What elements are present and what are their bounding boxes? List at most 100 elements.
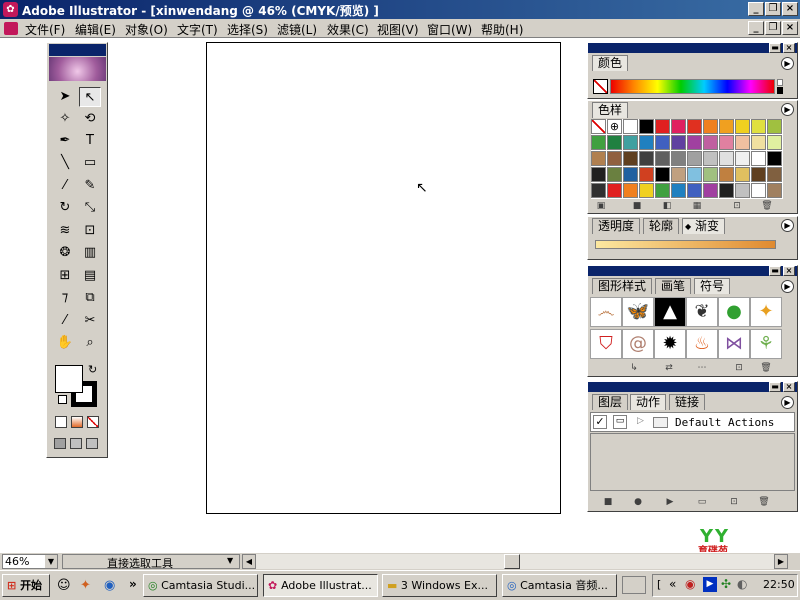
free-transform-tool-icon[interactable]: ⊡	[79, 221, 101, 241]
swatch[interactable]	[687, 119, 702, 134]
swatch[interactable]: ⊕	[607, 119, 622, 134]
tab-transparency[interactable]: 透明度	[592, 218, 641, 234]
swatch[interactable]	[687, 183, 702, 198]
blend-tool-icon[interactable]: ⧉	[79, 288, 101, 308]
scroll-left-button[interactable]: ◀	[242, 554, 256, 569]
actions-palette-title-bar[interactable]	[588, 382, 797, 392]
start-button[interactable]: ⊞ 开始	[2, 574, 50, 597]
toolbox-logo[interactable]	[49, 57, 106, 81]
tab-stroke[interactable]: 轮廓	[643, 218, 680, 234]
menu-file[interactable]: 文件(F)	[25, 21, 65, 38]
show-color-swatches-icon[interactable]: ■	[631, 201, 643, 211]
swatch[interactable]	[751, 167, 766, 182]
pen-tool-icon[interactable]: ✒	[54, 131, 76, 151]
tab-color[interactable]: 颜色	[592, 55, 629, 71]
new-symbol-icon[interactable]: ⊡	[733, 363, 745, 373]
taskbar-button-illustrator[interactable]: ✿ Adobe Illustrat...	[263, 574, 378, 597]
swatch[interactable]	[751, 119, 766, 134]
taskbar-button-windows-explorer[interactable]: ▬ 3 Windows Ex...	[382, 574, 497, 597]
tray-volume-icon[interactable]: ◐	[737, 577, 747, 591]
actions-palette-minimize-button[interactable]: ▬	[769, 382, 781, 392]
artboard[interactable]	[206, 42, 561, 514]
tab-symbols[interactable]: 符号	[694, 278, 731, 294]
full-screen-menu-mode-icon[interactable]	[70, 438, 82, 449]
white-chip[interactable]	[777, 79, 783, 86]
symbol-swirl[interactable]: @	[622, 329, 654, 359]
swatch[interactable]	[735, 135, 750, 150]
warp-tool-icon[interactable]: ≋	[54, 221, 76, 241]
swatch[interactable]	[607, 135, 622, 150]
status-tool-field[interactable]: 直接选取工具 ▼	[62, 554, 240, 570]
swatch[interactable]	[623, 151, 638, 166]
tray-record-icon[interactable]: ◉	[685, 577, 695, 591]
play-icon[interactable]: ▶	[664, 497, 676, 507]
horizontal-scrollbar[interactable]	[256, 554, 774, 569]
swatch[interactable]	[767, 151, 782, 166]
paintbrush-tool-icon[interactable]: ⁄	[54, 176, 76, 196]
slice-tool-icon[interactable]: ⁄	[54, 311, 76, 331]
delete-symbol-icon[interactable]: 🗑	[760, 363, 772, 373]
type-tool-icon[interactable]: T	[79, 131, 101, 151]
color-palette-title-bar[interactable]	[588, 43, 797, 53]
menu-effect[interactable]: 效果(C)	[327, 21, 369, 38]
taskbar-button-camtasia-studio[interactable]: ◎ Camtasia Studi...	[143, 574, 258, 597]
tray-network-icon[interactable]: ✣	[721, 577, 731, 591]
color-spectrum-bar[interactable]	[610, 79, 775, 94]
swatch[interactable]	[719, 183, 734, 198]
toolbox-title-bar[interactable]	[49, 44, 106, 56]
swatch[interactable]	[623, 183, 638, 198]
direct-selection-tool-icon[interactable]: ↖	[79, 87, 101, 107]
illustrator-icon[interactable]: ✿	[3, 2, 18, 17]
graph-tool-icon[interactable]: ▥	[79, 243, 101, 263]
swatch[interactable]	[591, 167, 606, 182]
break-link-icon[interactable]: ⋯	[696, 363, 708, 373]
scrollbar-thumb[interactable]	[504, 554, 520, 569]
swatch[interactable]	[639, 135, 654, 150]
menu-help[interactable]: 帮助(H)	[481, 21, 523, 38]
full-screen-mode-icon[interactable]	[86, 438, 98, 449]
default-colors-icon[interactable]	[58, 395, 67, 404]
menu-window[interactable]: 窗口(W)	[427, 21, 472, 38]
symbol-sprayer-tool-icon[interactable]: ❂	[54, 243, 76, 263]
gradient-mode-icon[interactable]	[71, 416, 83, 428]
rectangle-tool-icon[interactable]: ▭	[79, 153, 101, 173]
more-quick-launch-icon[interactable]: »	[129, 577, 137, 591]
swatch[interactable]	[735, 151, 750, 166]
swatch[interactable]	[735, 167, 750, 182]
symbols-palette-title-bar[interactable]	[588, 266, 797, 276]
symbol-star-burst[interactable]: ✹	[654, 329, 686, 359]
swatch[interactable]	[591, 151, 606, 166]
magic-wand-tool-icon[interactable]: ✧	[54, 109, 76, 129]
actions-menu-icon[interactable]: ▶	[781, 396, 794, 409]
dialog-toggle-icon[interactable]: ▭	[613, 415, 627, 429]
swatch[interactable]	[655, 183, 670, 198]
tray-expand-icon[interactable]: «	[669, 577, 676, 591]
swatch[interactable]	[655, 167, 670, 182]
swatch[interactable]	[655, 119, 670, 134]
symbol-ornament[interactable]: ෴	[590, 297, 622, 327]
swatch[interactable]	[671, 183, 686, 198]
show-gradient-swatches-icon[interactable]: ◧	[661, 201, 673, 211]
standard-screen-mode-icon[interactable]	[54, 438, 66, 449]
swatch[interactable]	[767, 183, 782, 198]
quick-launch-icon-3[interactable]: ◉	[104, 578, 115, 593]
lasso-tool-icon[interactable]: ⟲	[79, 109, 101, 129]
swatch[interactable]	[767, 119, 782, 134]
doc-restore-button[interactable]: ❐	[765, 21, 781, 35]
document-icon[interactable]	[4, 22, 18, 35]
new-action-icon[interactable]: ⊡	[728, 497, 740, 507]
symbol-fish-gold[interactable]: ✦	[750, 297, 782, 327]
swatch[interactable]	[719, 151, 734, 166]
show-pattern-swatches-icon[interactable]: ▦	[691, 201, 703, 211]
symbol-butterfly[interactable]: 🦋	[622, 297, 654, 327]
menu-object[interactable]: 对象(O)	[125, 21, 168, 38]
color-palette-menu-icon[interactable]: ▶	[781, 57, 794, 70]
symbol-flame[interactable]: ♨	[686, 329, 718, 359]
delete-swatch-icon[interactable]: 🗑	[761, 201, 773, 211]
tab-links[interactable]: 链接	[669, 394, 706, 410]
gradient-preview-bar[interactable]	[595, 240, 776, 249]
fill-swatch[interactable]	[55, 365, 83, 393]
symbol-grapes[interactable]: ❦	[686, 297, 718, 327]
swatch[interactable]	[607, 151, 622, 166]
replace-symbol-icon[interactable]: ⇄	[663, 363, 675, 373]
